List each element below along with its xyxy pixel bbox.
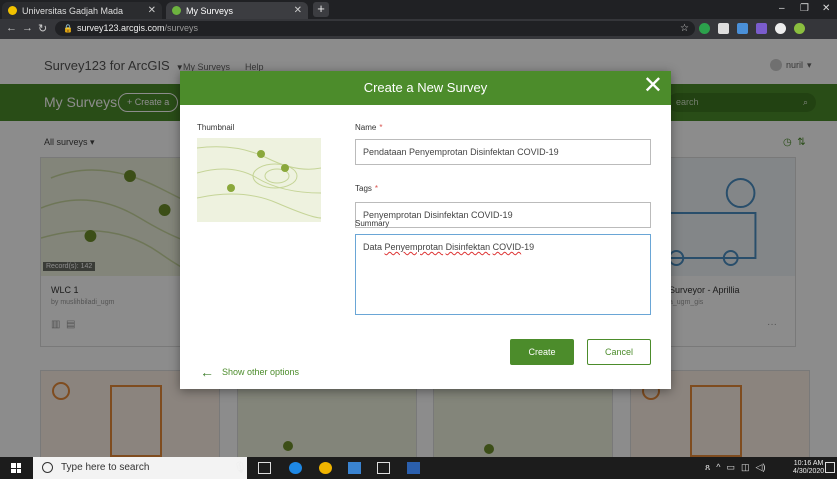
tags-label: Tags *: [355, 184, 378, 193]
extension-icon[interactable]: [699, 23, 710, 34]
edge-icon[interactable]: [289, 462, 302, 474]
chrome-icon[interactable]: [319, 462, 332, 474]
tags-field[interactable]: Penyemprotan Disinfektan COVID-19: [355, 202, 651, 228]
tab-close-icon[interactable]: ✕: [294, 5, 302, 16]
taskbar-search-input[interactable]: Type here to search: [33, 457, 247, 479]
star-icon[interactable]: ☆: [680, 23, 691, 34]
summary-text: COVID: [492, 242, 522, 252]
summary-text: -19: [521, 242, 535, 252]
windows-taskbar: Type here to search 🎙 ጸ ^ ▭ ◫ ◁) 10:16 A…: [0, 457, 837, 479]
tab-universitas-gadjah-mada[interactable]: Universitas Gadjah Mada ✕: [2, 2, 162, 19]
forward-arrow-icon[interactable]: →: [22, 22, 33, 34]
dialog-header: Create a New Survey ✕: [180, 71, 671, 105]
extension-icons: ☆: [680, 23, 805, 34]
cancel-button[interactable]: Cancel: [587, 339, 651, 365]
name-label: Name *: [355, 123, 382, 132]
address-bar-row: ← → ↻ 🔒 survey123.arcgis.com/surveys ☆: [0, 19, 837, 39]
summary-text: Disinfektan: [445, 242, 491, 252]
show-other-options-label: Show other options: [222, 367, 300, 377]
back-arrow-icon[interactable]: ←: [6, 22, 17, 34]
tab-my-surveys[interactable]: My Surveys ✕: [166, 2, 308, 19]
survey123-favicon-icon: [172, 6, 181, 15]
tab-label: My Surveys: [186, 5, 234, 16]
tags-label-text: Tags: [355, 184, 372, 193]
reload-icon[interactable]: ↻: [38, 22, 47, 35]
word-icon[interactable]: [407, 462, 420, 474]
summary-text: Penyemprotan: [384, 242, 444, 252]
summary-label: Summary: [355, 219, 390, 228]
create-button[interactable]: Create: [510, 339, 574, 365]
close-icon[interactable]: ✕: [643, 72, 663, 100]
system-tray: ጸ ^ ▭ ◫ ◁): [705, 462, 765, 473]
media-player-icon[interactable]: [377, 462, 390, 474]
profile-icon[interactable]: [794, 23, 805, 34]
cortana-icon: [42, 462, 53, 473]
close-window-button[interactable]: ✕: [822, 3, 830, 14]
battery-icon[interactable]: ▭: [727, 462, 736, 473]
maximize-button[interactable]: ❐: [800, 3, 809, 14]
volume-icon[interactable]: ◁): [756, 462, 766, 473]
new-tab-button[interactable]: +: [313, 2, 329, 17]
required-mark: *: [374, 184, 379, 193]
chevron-up-icon[interactable]: ^: [716, 462, 720, 473]
clock-time: 10:16 AM: [793, 460, 824, 467]
file-explorer-icon[interactable]: [348, 462, 361, 474]
microphone-icon[interactable]: 🎙: [233, 461, 247, 474]
name-field[interactable]: Pendataan Penyemprotan Disinfektan COVID…: [355, 139, 651, 165]
browser-tab-bar: Universitas Gadjah Mada ✕ My Surveys ✕ +…: [0, 0, 837, 19]
clock-date: 4/30/2020: [793, 468, 825, 475]
arrow-left-icon: ←: [200, 364, 214, 380]
notification-icon[interactable]: [825, 462, 835, 473]
url-domain: survey123.arcgis.com: [76, 23, 165, 33]
dialog-title: Create a New Survey: [363, 80, 488, 95]
thumbnail-label: Thumbnail: [197, 123, 235, 132]
url-path: /surveys: [164, 23, 199, 33]
extension-icon[interactable]: [718, 23, 729, 34]
tab-close-icon[interactable]: ✕: [148, 5, 156, 16]
create-survey-dialog: Create a New Survey ✕ Thumbnail Name * Pe…: [180, 71, 671, 389]
lock-icon: 🔒: [63, 24, 73, 33]
extension-icon[interactable]: [737, 23, 748, 34]
people-icon[interactable]: ጸ: [705, 462, 710, 473]
extension-icon[interactable]: [775, 23, 786, 34]
task-view-icon[interactable]: [258, 462, 271, 474]
minimize-button[interactable]: –: [779, 3, 785, 14]
extension-icon[interactable]: [756, 23, 767, 34]
taskbar-search-placeholder: Type here to search: [61, 462, 150, 473]
show-other-options-link[interactable]: ← Show other options: [200, 364, 299, 380]
name-label-text: Name: [355, 123, 377, 132]
thumbnail-image[interactable]: [197, 138, 321, 222]
summary-textarea[interactable]: Data Penyemprotan Disinfektan COVID-19: [355, 234, 651, 315]
url-input[interactable]: 🔒 survey123.arcgis.com/surveys: [55, 21, 695, 36]
required-mark: *: [379, 123, 383, 132]
network-icon[interactable]: ◫: [741, 462, 750, 473]
clock[interactable]: 10:16 AM 4/30/2020: [793, 460, 824, 476]
windows-start-icon[interactable]: [11, 463, 21, 473]
ugm-favicon-icon: [8, 6, 17, 15]
tab-label: Universitas Gadjah Mada: [22, 5, 124, 16]
summary-text: Data: [363, 242, 385, 252]
